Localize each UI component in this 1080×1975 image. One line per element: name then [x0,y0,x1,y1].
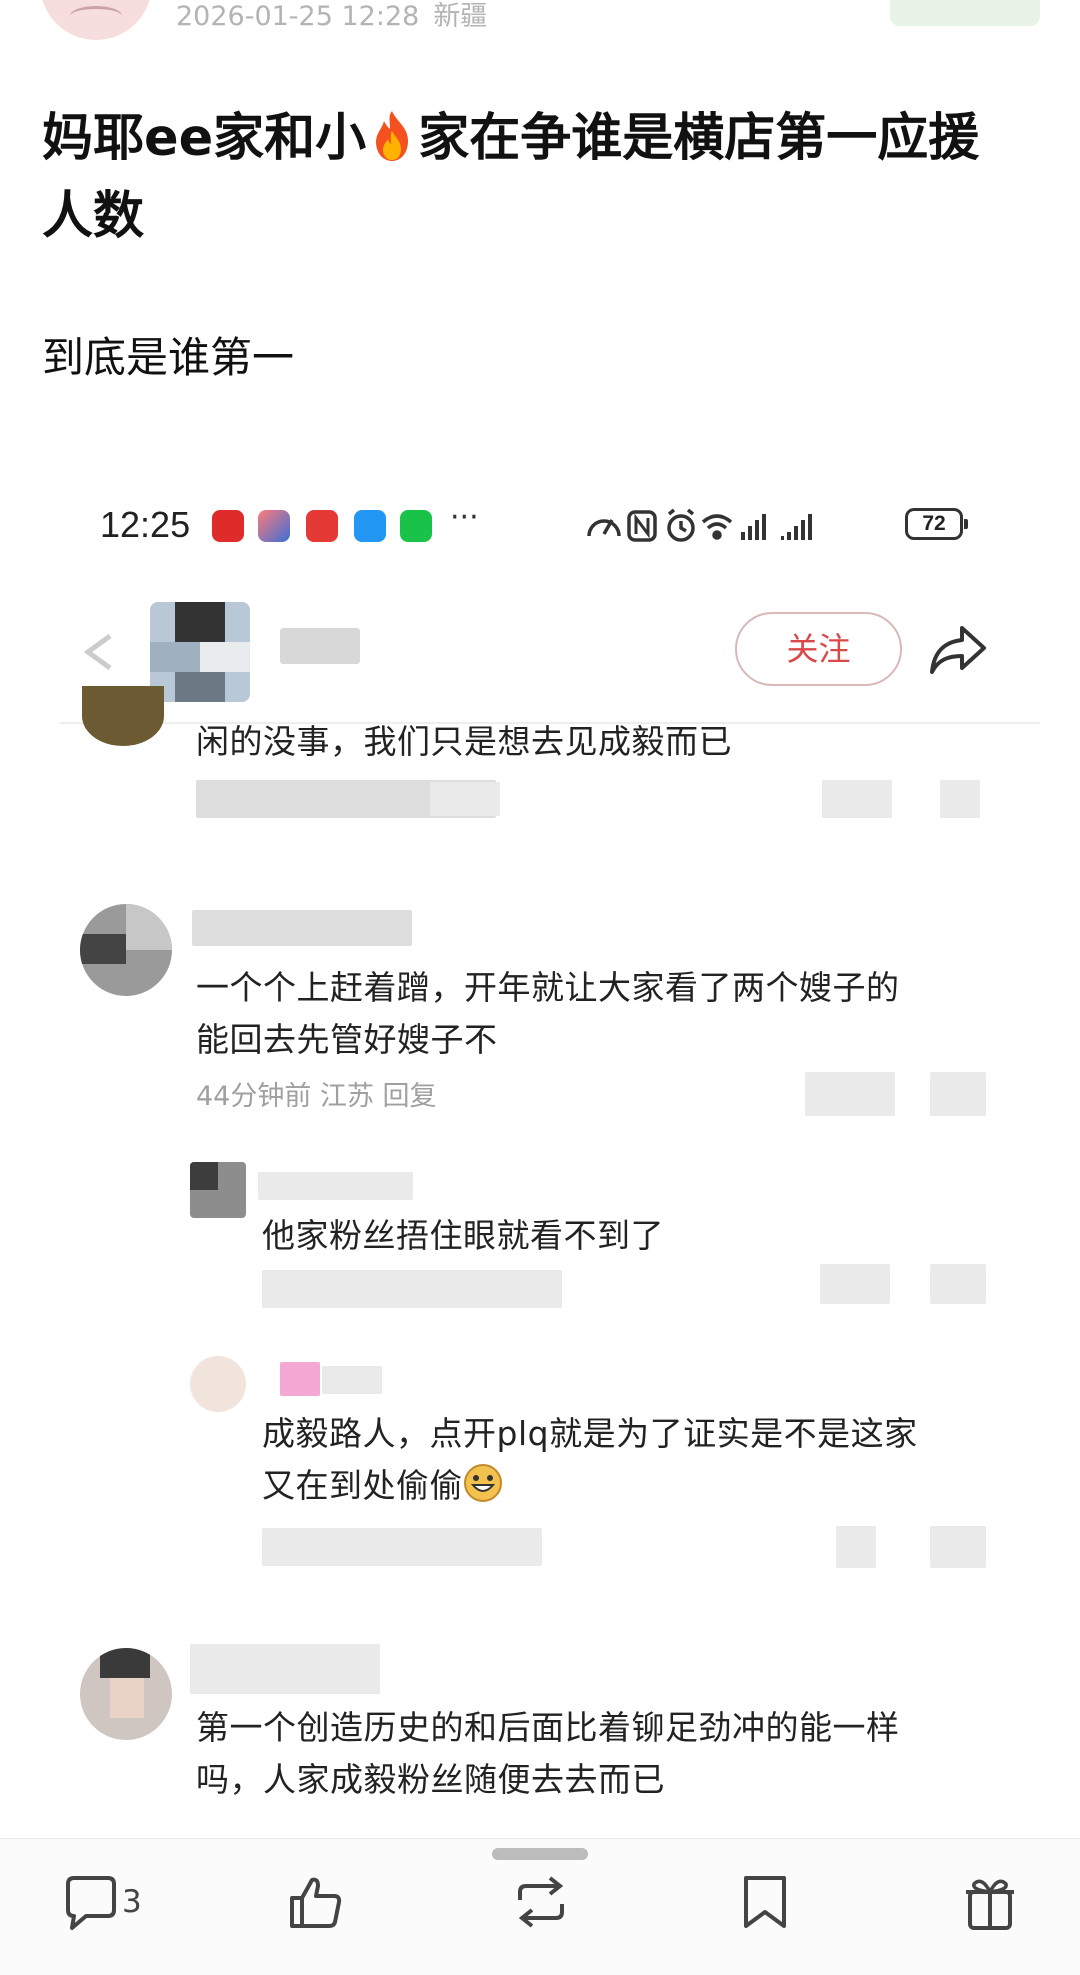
comment-text: 第一个创造历史的和后面比着铆足劲冲的能一样 吗，人家成毅粉丝随便去去而已 [196,1708,900,1799]
blurred-like-area [805,1072,895,1116]
blurred-meta [430,782,500,816]
blurred-username [192,910,412,946]
follow-button[interactable]: 关注 [735,612,902,686]
status-time: 12:25 [100,504,191,545]
system-status-icons [587,508,812,542]
alarm-icon [667,508,695,542]
signal-icon [781,514,812,540]
grin-emoji-icon [464,1464,502,1502]
like-icon[interactable] [284,1872,344,1932]
comment-avatar[interactable] [82,686,164,746]
post-region: 新疆 [433,1,488,32]
nfc-icon [627,510,657,542]
blurred-like-area [930,1072,986,1116]
blurred-user-avatar[interactable] [150,602,250,702]
gift-icon[interactable] [960,1872,1020,1932]
battery-indicator: 72 [905,508,968,540]
post-timestamp: 2026-01-25 12:28 [176,1,420,32]
huawei-appgallery-icon [212,510,244,542]
more-notifications-icon: ··· [450,500,479,535]
share-icon[interactable] [928,622,988,676]
reply-avatar[interactable] [190,1162,246,1218]
post-body: 到底是谁第一 [42,333,295,382]
blurred-like-area [822,780,892,818]
back-chevron-icon[interactable] [80,632,120,672]
reply-avatar[interactable] [190,1356,246,1412]
comment-avatar[interactable] [80,904,172,996]
follow-author-button[interactable] [890,0,1040,26]
comment-text: 闲的没事，我们只是想去见成毅而已 [196,722,732,761]
blurred-like-area [940,780,980,818]
reply-text: 他家粉丝捂住眼就看不到了 [262,1216,664,1255]
wechat-icon [400,510,432,542]
inner-status-bar: 12:25 ··· 72 [100,498,980,558]
blurred-like-area [930,1526,986,1568]
blurred-meta [262,1528,542,1566]
author-avatar[interactable] [40,0,152,40]
blurred-like-area [820,1264,890,1304]
blurred-username [280,628,360,664]
blurred-username [258,1172,413,1200]
post-meta: 2026-01-25 12:28 新疆 [176,0,487,34]
comment-meta: 44分钟前 江苏 回复 [196,1081,437,1112]
game-app-icon [258,510,290,542]
blurred-username [322,1366,382,1394]
signal-icon [741,514,766,540]
red-app-icon [306,510,338,542]
blurred-like-area [930,1264,986,1304]
comment-avatar[interactable] [80,1648,172,1740]
comment-icon[interactable] [60,1872,120,1932]
scroll-handle[interactable] [492,1848,588,1860]
blurred-username [190,1644,380,1694]
comment-count: 3 [122,1884,142,1920]
speed-icon [587,519,621,537]
comment-text: 一个个上赶着蹭，开年就让大家看了两个嫂子的 能回去先管好嫂子不 [196,968,900,1059]
message-bubble-icon [354,510,386,542]
repost-icon[interactable] [510,1872,572,1932]
reply-text: 成毅路人，点开plq就是为了证实是不是这家 又在到处偷偷 [262,1414,918,1505]
blurred-meta [262,1270,562,1308]
fire-emoji-icon [376,111,409,161]
post-title: 妈耶ee家和小 家在争谁是横店第一应援人数 [42,100,1022,256]
bookmark-icon[interactable] [738,1872,792,1932]
post-title-part1: 妈耶ee家和小 [42,109,367,168]
wifi-icon [701,514,733,540]
blurred-username [280,1362,320,1396]
blurred-like-area [836,1526,876,1568]
